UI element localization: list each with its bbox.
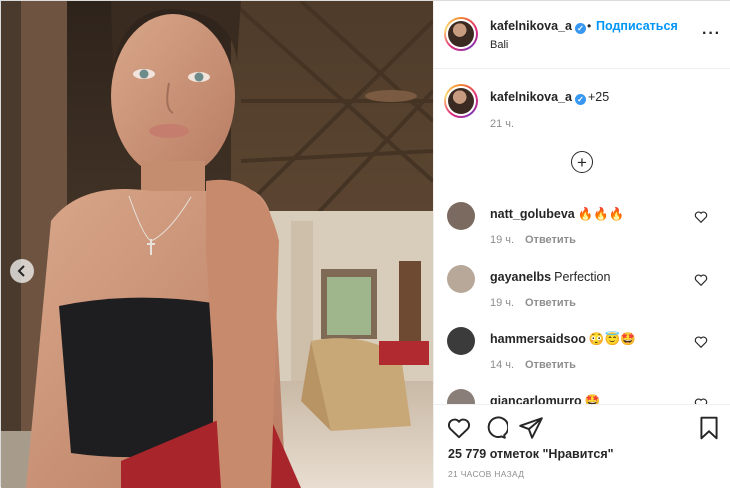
load-more-comments-button[interactable]: + — [571, 151, 593, 173]
heart-icon[interactable] — [694, 335, 708, 349]
reply-button[interactable]: Ответить — [525, 359, 576, 371]
comment-avatar[interactable] — [447, 327, 475, 355]
reply-button[interactable]: Ответить — [525, 234, 576, 246]
caption-username[interactable]: kafelnikova_a ✓ — [490, 90, 586, 105]
comment-avatar[interactable] — [447, 265, 475, 293]
post-side-panel: kafelnikova_a ✓ • Подписаться Bali ··· ka… — [433, 1, 730, 488]
comment-text: 😳😇🤩 — [588, 332, 636, 346]
caption-time: 21 ч. — [490, 118, 515, 130]
post-photo[interactable] — [1, 1, 433, 488]
follow-button[interactable]: Подписаться — [596, 19, 678, 33]
post-location[interactable]: Bali — [490, 39, 508, 51]
heart-icon[interactable] — [694, 397, 708, 404]
caption-avatar[interactable] — [444, 84, 478, 118]
comment-username[interactable]: hammersaidsoo 😳😇🤩 — [490, 332, 636, 347]
instagram-post: kafelnikova_a ✓ • Подписаться Bali ··· ka… — [0, 0, 730, 488]
comments-scroll-area[interactable]: kafelnikova_a ✓ +25 21 ч. + natt_golubeva… — [434, 70, 730, 404]
comment-item: gayanelbs Perfection 19 ч. Ответить — [434, 265, 730, 327]
verified-badge-icon: ✓ — [575, 23, 586, 34]
plus-circle-icon: + — [577, 152, 587, 172]
verified-badge-icon: ✓ — [575, 94, 586, 105]
comment-username[interactable]: natt_golubeva 🔥🔥🔥 — [490, 207, 624, 222]
carousel-prev-button[interactable] — [10, 259, 34, 283]
comment-time: 14 ч. — [490, 359, 515, 371]
post-header: kafelnikova_a ✓ • Подписаться Bali ··· — [434, 1, 730, 69]
photo-illustration — [1, 1, 433, 488]
reply-button[interactable]: Ответить — [525, 297, 576, 309]
author-username[interactable]: kafelnikova_a ✓ — [490, 19, 586, 34]
like-heart-icon[interactable] — [446, 415, 472, 441]
post-time-ago[interactable]: 21 ЧАСОВ НАЗАД — [448, 469, 524, 479]
comment-avatar[interactable] — [447, 202, 475, 230]
chevron-left-icon — [17, 265, 25, 277]
comment-text: 🔥🔥🔥 — [577, 207, 625, 221]
comment-username[interactable]: gayanelbs Perfection — [490, 270, 610, 284]
comment-item: giancarlomurro 🤩 — [434, 389, 730, 404]
header-separator: • — [587, 19, 592, 33]
post-actions: 25 779 отметок "Нравится" 21 ЧАСОВ НАЗАД — [434, 404, 730, 488]
caption-text: +25 — [588, 90, 610, 104]
heart-icon[interactable] — [694, 210, 708, 224]
bookmark-icon[interactable] — [696, 415, 722, 441]
comment-time: 19 ч. — [490, 297, 515, 309]
comment-item: hammersaidsoo 😳😇🤩 14 ч. Ответить — [434, 327, 730, 389]
comment-bubble-icon[interactable] — [482, 415, 508, 441]
comment-text: Perfection — [554, 270, 611, 284]
more-options-icon[interactable]: ··· — [702, 25, 721, 43]
author-avatar[interactable] — [444, 17, 478, 51]
likes-count[interactable]: 25 779 отметок "Нравится" — [448, 447, 614, 461]
comment-item: natt_golubeva 🔥🔥🔥 19 ч. Ответить — [434, 202, 730, 264]
comment-avatar[interactable] — [447, 389, 475, 404]
comment-username[interactable]: giancarlomurro 🤩 — [490, 394, 600, 404]
comment-text: 🤩 — [584, 394, 601, 404]
heart-icon[interactable] — [694, 273, 708, 287]
comment-time: 19 ч. — [490, 234, 515, 246]
share-paper-plane-icon[interactable] — [518, 415, 544, 441]
